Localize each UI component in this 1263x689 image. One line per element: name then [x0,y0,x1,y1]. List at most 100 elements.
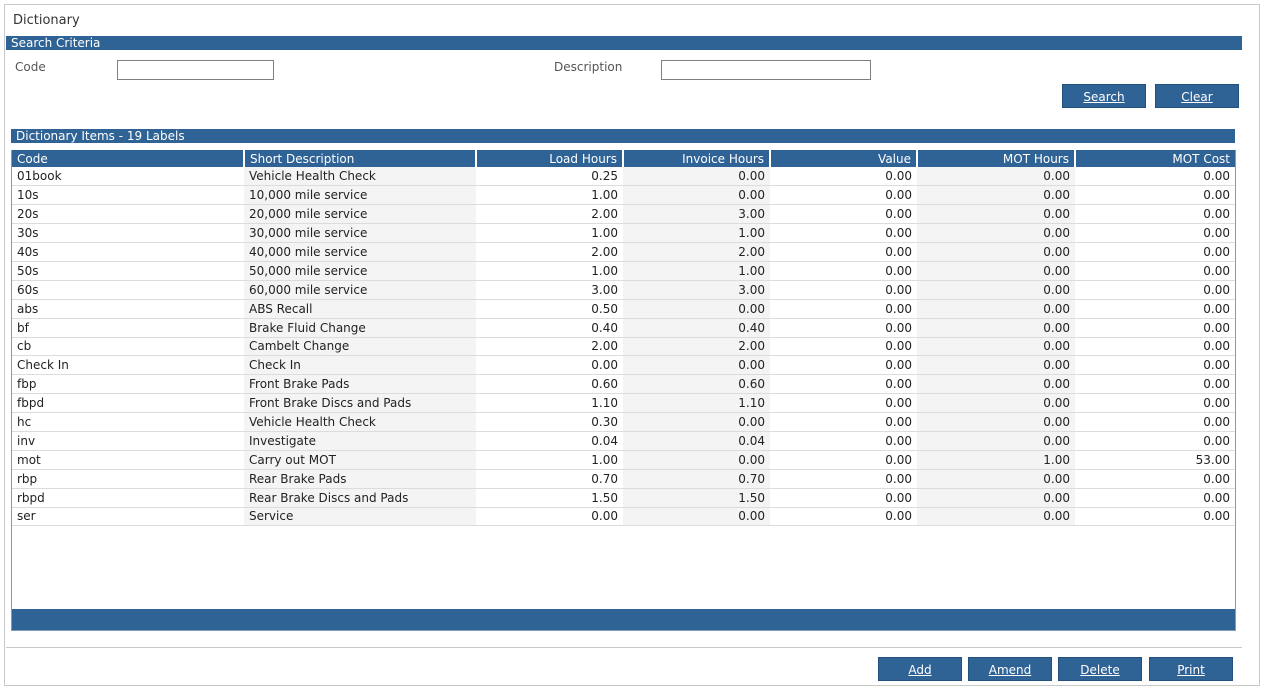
cell-short-description: Brake Fluid Change [244,318,476,338]
cell-code: fbpd [12,393,244,414]
table-row[interactable]: rbpd Rear Brake Discs and Pads 1.50 1.50 0.0… [12,488,1235,508]
table-row[interactable]: fbpd Front Brake Discs and Pads 1.10 1.10 0.… [12,393,1235,414]
amend-button[interactable]: Amend [968,657,1052,681]
cell-invoice-hours: 1.10 [623,393,770,414]
grid-footer-bar [12,609,1235,630]
cell-invoice-hours: 2.00 [623,242,770,262]
cell-code: 40s [12,242,244,262]
cell-invoice-hours: 0.70 [623,469,770,489]
search-button[interactable]: Search [1062,84,1146,108]
cell-load-hours: 1.10 [476,393,623,414]
column-header-invoice-hours[interactable]: Invoice Hours [623,150,771,167]
table-row[interactable]: 50s 50,000 mile service 1.00 1.00 0.00 0.00 0.… [12,261,1235,281]
cell-value: 0.00 [770,261,917,281]
cell-load-hours: 1.00 [476,223,623,244]
cell-code: rbp [12,469,244,489]
cell-short-description: Vehicle Health Check [244,412,476,432]
cell-mot-cost: 0.00 [1075,185,1235,206]
cell-load-hours: 0.60 [476,374,623,395]
table-row[interactable]: 60s 60,000 mile service 3.00 3.00 0.00 0.00 0.… [12,280,1235,300]
cell-load-hours: 0.30 [476,412,623,432]
dictionary-table: Code Short Description Load Hours Invoic… [12,150,1235,527]
column-header-load-hours[interactable]: Load Hours [476,150,624,167]
description-input[interactable] [661,60,871,80]
cell-mot-cost: 0.00 [1075,242,1235,262]
table-row[interactable]: 01book Vehicle Health Check 0.25 0.00 0.00 0.… [12,167,1235,187]
cell-mot-hours: 0.00 [917,507,1075,527]
column-header-mot-hours[interactable]: MOT Hours [917,150,1076,167]
cell-value: 0.00 [770,280,917,300]
cell-code: 60s [12,280,244,300]
cell-value: 0.00 [770,355,917,376]
table-row[interactable]: cb Cambelt Change 2.00 2.00 0.00 0.00 0.00 [12,337,1235,357]
cell-invoice-hours: 0.40 [623,318,770,338]
cell-value: 0.00 [770,374,917,395]
table-row[interactable]: hc Vehicle Health Check 0.30 0.00 0.00 0.00 0.… [12,412,1235,432]
cell-mot-hours: 0.00 [917,280,1075,300]
column-header-code[interactable]: Code [12,150,245,167]
delete-button[interactable]: Delete [1058,657,1142,681]
cell-short-description: 30,000 mile service [244,223,476,244]
cell-short-description: Cambelt Change [244,337,476,357]
cell-invoice-hours: 0.00 [623,185,770,206]
table-row[interactable]: inv Investigate 0.04 0.04 0.00 0.00 0.00 [12,431,1235,451]
cell-load-hours: 2.00 [476,242,623,262]
cell-mot-cost: 0.00 [1075,299,1235,319]
cell-load-hours: 1.50 [476,488,623,508]
cell-code: 20s [12,204,244,225]
cell-value: 0.00 [770,337,917,357]
table-row[interactable]: bf Brake Fluid Change 0.40 0.40 0.00 0.00 0.00 [12,318,1235,338]
cell-code: fbp [12,374,244,395]
table-row[interactable]: 20s 20,000 mile service 2.00 3.00 0.00 0.00 0.… [12,204,1235,225]
cell-load-hours: 1.00 [476,261,623,281]
cell-value: 0.00 [770,223,917,244]
table-row[interactable]: rbp Rear Brake Pads 0.70 0.70 0.00 0.00 0.00 [12,469,1235,489]
cell-code: bf [12,318,244,338]
cell-invoice-hours: 3.00 [623,204,770,225]
print-button[interactable]: Print [1149,657,1233,681]
column-header-short-description[interactable]: Short Description [244,150,477,167]
cell-mot-hours: 1.00 [917,450,1075,470]
cell-value: 0.00 [770,507,917,527]
cell-value: 0.00 [770,450,917,470]
table-row[interactable]: ser Service 0.00 0.00 0.00 0.00 0.00 [12,507,1235,527]
cell-mot-hours: 0.00 [917,223,1075,244]
table-row[interactable]: Check In Check In 0.00 0.00 0.00 0.00 0.00 [12,355,1235,376]
cell-mot-hours: 0.00 [917,412,1075,432]
cell-value: 0.00 [770,318,917,338]
cell-value: 0.00 [770,167,917,187]
cell-mot-hours: 0.00 [917,299,1075,319]
cell-short-description: 60,000 mile service [244,280,476,300]
cell-load-hours: 0.00 [476,355,623,376]
cell-invoice-hours: 1.00 [623,223,770,244]
table-row[interactable]: 30s 30,000 mile service 1.00 1.00 0.00 0.00 0.… [12,223,1235,244]
column-header-mot-cost[interactable]: MOT Cost [1075,150,1235,167]
table-row[interactable]: fbp Front Brake Pads 0.60 0.60 0.00 0.00 0.00 [12,374,1235,395]
cell-mot-hours: 0.00 [917,488,1075,508]
cell-load-hours: 0.04 [476,431,623,451]
window-title: Dictionary [13,13,80,28]
search-criteria-header: Search Criteria [6,36,1242,50]
cell-short-description: Rear Brake Pads [244,469,476,489]
cell-mot-hours: 0.00 [917,318,1075,338]
table-row[interactable]: 40s 40,000 mile service 2.00 2.00 0.00 0.00 0.… [12,242,1235,262]
cell-invoice-hours: 0.00 [623,299,770,319]
table-row[interactable]: 10s 10,000 mile service 1.00 0.00 0.00 0.00 0.… [12,185,1235,206]
cell-mot-cost: 0.00 [1075,412,1235,432]
cell-load-hours: 0.25 [476,167,623,187]
cell-value: 0.00 [770,204,917,225]
cell-invoice-hours: 2.00 [623,337,770,357]
cell-mot-hours: 0.00 [917,374,1075,395]
cell-load-hours: 2.00 [476,204,623,225]
column-header-value[interactable]: Value [770,150,918,167]
cell-mot-hours: 0.00 [917,337,1075,357]
table-row[interactable]: abs ABS Recall 0.50 0.00 0.00 0.00 0.00 [12,299,1235,319]
cell-invoice-hours: 0.00 [623,412,770,432]
cell-invoice-hours: 3.00 [623,280,770,300]
add-button[interactable]: Add [878,657,962,681]
dictionary-grid: Code Short Description Load Hours Invoic… [11,150,1236,631]
code-input[interactable] [117,60,274,80]
table-row[interactable]: mot Carry out MOT 1.00 0.00 0.00 1.00 53.00 [12,450,1235,470]
cell-invoice-hours: 0.00 [623,450,770,470]
clear-button[interactable]: Clear [1155,84,1239,108]
